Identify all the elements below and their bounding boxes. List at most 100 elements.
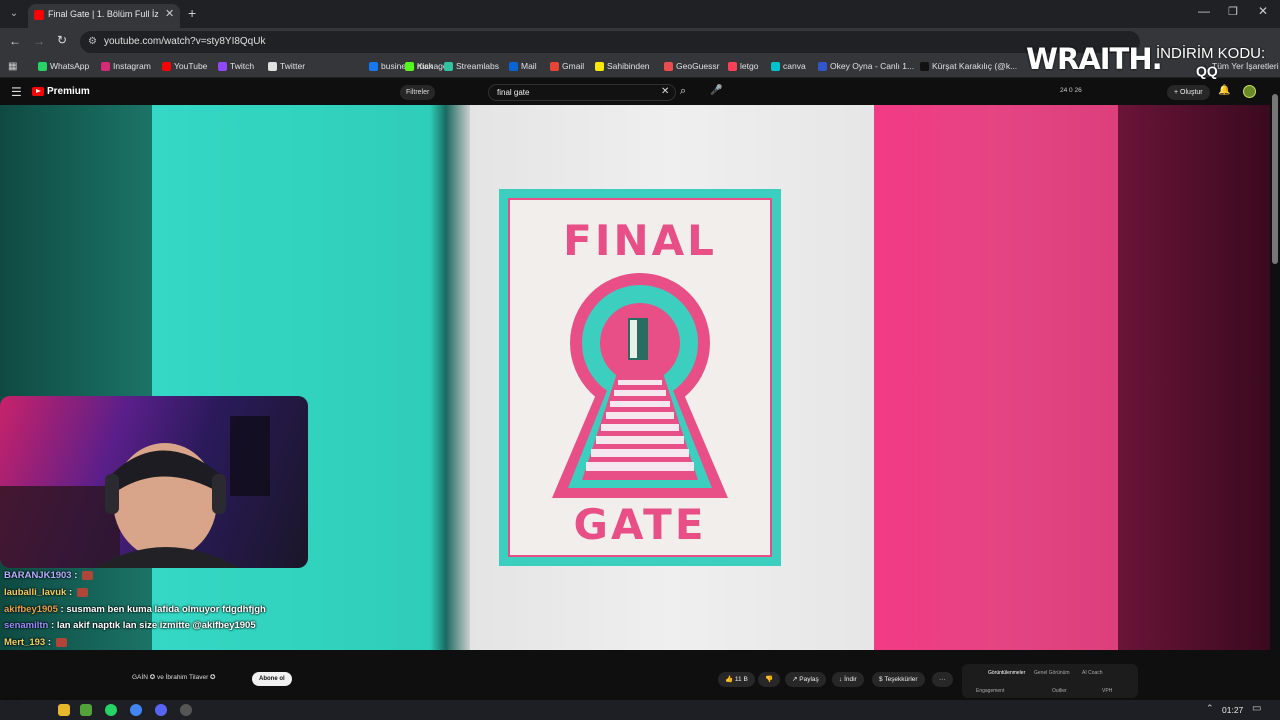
poster-inner: FINAL GATE: [508, 198, 772, 557]
youtube-favicon-icon: [34, 10, 44, 20]
notifications-bell-icon[interactable]: 🔔: [1218, 85, 1230, 96]
create-label: Oluştur: [1180, 89, 1203, 96]
download-label: İndir: [844, 676, 857, 683]
bookmark-icon: [218, 61, 227, 71]
analytics-tab-views[interactable]: Görüntülenmeler: [988, 670, 1025, 676]
chat-text: lan akif naptık lan size izmitte @akifbe…: [56, 620, 256, 632]
taskbar: ⌃ 01:27 ▭: [0, 700, 1280, 720]
bookmark-icon: [550, 61, 559, 71]
bookmark-label: Instagram: [113, 61, 151, 71]
chrome-icon[interactable]: [130, 704, 142, 716]
streamer-webcam: [0, 396, 308, 568]
active-tab[interactable]: Final Gate | 1. Bölüm Full İzle - Y ✕: [28, 4, 180, 28]
create-button[interactable]: + Oluştur: [1167, 85, 1210, 100]
emote-icon: [76, 587, 88, 597]
download-button[interactable]: ↓ İndir: [832, 672, 864, 687]
game-app-icon[interactable]: [80, 704, 92, 716]
bookmark-label: Okey Oyna - Canlı 1...: [830, 61, 915, 71]
wraith-logo: WRAITH.: [1026, 42, 1163, 76]
bookmark-item[interactable]: Streamlabs: [444, 61, 499, 71]
chat-message: Mert_193 :: [4, 637, 67, 648]
tray-chevron-icon[interactable]: ⌃: [1206, 703, 1214, 714]
bookmark-label: Kürşat Karakılıç (@k...: [932, 61, 1018, 71]
obs-icon[interactable]: [180, 704, 192, 716]
discord-icon[interactable]: [155, 704, 167, 716]
bookmark-label: WhatsApp: [50, 61, 90, 71]
bookmark-item[interactable]: Twitter: [268, 61, 305, 71]
bookmark-label: Twitch: [230, 61, 255, 71]
youtube-header: ☰ Premium Filtreler final gate ✕ ⌕ 🎤 24 …: [0, 80, 1280, 105]
video-actions-bar: GAİN ✪ ve İbrahim Tilaver ✪ Abone ol 👍 1…: [0, 650, 1270, 698]
tab-search-icon[interactable]: ⌄: [6, 6, 22, 22]
chat-username[interactable]: BARANJK1903: [4, 570, 72, 581]
video-frame-right: [1118, 105, 1270, 650]
bookmark-item[interactable]: canva: [771, 61, 806, 71]
chat-message: lauballi_lavuk :: [4, 587, 88, 598]
window-close-icon[interactable]: ✕: [1258, 4, 1268, 18]
file-explorer-icon[interactable]: [58, 704, 70, 716]
bookmark-item[interactable]: Kick: [405, 61, 433, 71]
chat-username[interactable]: senamiltn: [4, 620, 48, 631]
minimize-icon[interactable]: —: [1198, 4, 1210, 18]
bookmark-label: Sahibinden: [607, 61, 650, 71]
bookmark-item[interactable]: Instagram: [101, 61, 151, 71]
share-button[interactable]: ↗ Paylaş: [785, 672, 826, 687]
bookmark-label: Twitter: [280, 61, 306, 71]
back-icon[interactable]: ←: [9, 34, 21, 48]
like-count: 11 B: [734, 676, 748, 683]
filters-button[interactable]: Filtreler: [400, 85, 436, 100]
bookmark-item[interactable]: Sahibinden: [595, 61, 650, 71]
forward-icon[interactable]: →: [33, 34, 45, 48]
channel-info[interactable]: GAİN ✪ ve İbrahim Tilaver ✪: [132, 673, 216, 681]
chat-username[interactable]: akifbey1905: [4, 604, 58, 615]
subscribe-button[interactable]: Abone ol: [252, 672, 292, 686]
clear-search-icon[interactable]: ✕: [661, 86, 669, 97]
youtube-logo[interactable]: Premium: [32, 86, 90, 97]
maximize-icon[interactable]: ❐: [1228, 5, 1238, 18]
page-scrollbar[interactable]: [1270, 80, 1280, 698]
chat-message: senamiltn : lan akif naptık lan size izm…: [4, 620, 256, 631]
hamburger-menu-icon[interactable]: ☰: [11, 85, 22, 99]
bookmark-item[interactable]: Kürşat Karakılıç (@k...: [920, 61, 1017, 71]
like-button[interactable]: 👍 11 B: [718, 672, 755, 687]
chat-separator: :: [71, 570, 81, 581]
whatsapp-icon[interactable]: [105, 704, 117, 716]
thanks-button[interactable]: $ Teşekkürler: [872, 672, 925, 687]
search-input[interactable]: final gate ✕: [488, 84, 676, 101]
apps-grid-icon[interactable]: ▦: [8, 61, 17, 72]
webcam-image: [0, 416, 270, 568]
bookmark-label: GeoGuessr: [676, 61, 720, 71]
tab-close-icon[interactable]: ✕: [165, 7, 174, 20]
address-bar[interactable]: ⚙ youtube.com/watch?v=sty8YI8QqUk: [80, 31, 1140, 53]
dislike-button[interactable]: 👎: [758, 672, 781, 687]
clock[interactable]: 01:27: [1222, 705, 1243, 715]
bookmark-item[interactable]: Twitch: [218, 61, 254, 71]
share-label: Paylaş: [799, 676, 819, 683]
bookmark-icon: [101, 61, 110, 71]
more-actions-button[interactable]: ···: [932, 672, 953, 687]
bookmark-item[interactable]: Okey Oyna - Canlı 1...: [818, 61, 914, 71]
avatar[interactable]: [1243, 85, 1256, 98]
video-frame-pink: [874, 105, 1120, 650]
search-icon[interactable]: ⌕: [680, 85, 686, 98]
bookmark-icon: [38, 61, 47, 71]
bookmark-item[interactable]: letgo: [728, 61, 758, 71]
site-info-icon[interactable]: ⚙: [88, 36, 97, 47]
bookmark-item[interactable]: GeoGuessr: [664, 61, 719, 71]
bookmark-item[interactable]: Gmail: [550, 61, 584, 71]
all-bookmarks-folder[interactable]: Tüm Yer İşaretleri: [1212, 61, 1279, 71]
bookmark-icon: [509, 61, 518, 71]
bookmark-item[interactable]: YouTube: [162, 61, 207, 71]
notification-center-icon[interactable]: ▭: [1252, 703, 1261, 714]
analytics-tab-ai-coach[interactable]: AI Coach: [1082, 670, 1103, 676]
bookmark-label: YouTube: [174, 61, 208, 71]
new-tab-icon[interactable]: +: [188, 5, 196, 21]
microphone-icon[interactable]: 🎤: [710, 85, 722, 96]
analytics-tab-overview[interactable]: Genel Görünüm: [1034, 670, 1070, 676]
bookmark-item[interactable]: WhatsApp: [38, 61, 89, 71]
chat-username[interactable]: lauballi_lavuk: [4, 587, 66, 598]
chat-username[interactable]: Mert_193: [4, 637, 45, 648]
reload-icon[interactable]: ↻: [57, 33, 67, 47]
bookmark-item[interactable]: Mail: [509, 61, 537, 71]
scrollbar-thumb[interactable]: [1272, 94, 1278, 264]
